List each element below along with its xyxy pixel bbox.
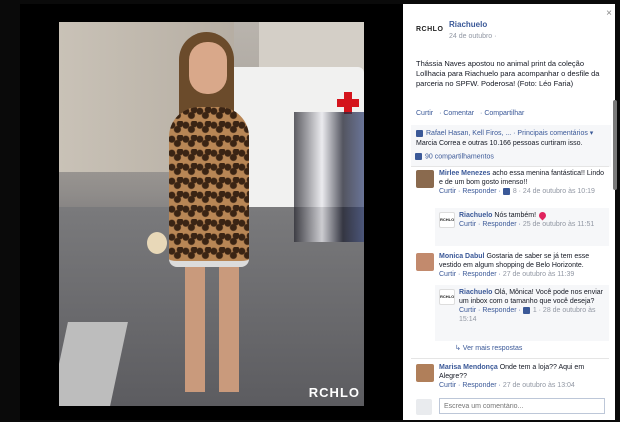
comment-text: Nós também! [494, 212, 537, 219]
close-icon[interactable]: × [606, 8, 612, 19]
thumbs-up-icon [522, 306, 530, 314]
post-header: RCHLO Riachuelo 24 de outubro · [416, 12, 606, 48]
likes-count[interactable]: Marcia Correa e outras 10.166 pessoas cu… [416, 139, 606, 149]
avatar[interactable] [416, 253, 434, 271]
avatar[interactable] [416, 170, 434, 188]
post-side-panel: × RCHLO Riachuelo 24 de outubro · Thássi… [403, 4, 615, 420]
avatar[interactable] [416, 364, 434, 382]
comment-actions[interactable]: Curtir · Responder · [439, 382, 501, 389]
photo-viewer: RCHLO [20, 4, 403, 420]
animal-print-dress [169, 107, 249, 267]
heart-icon [537, 210, 548, 221]
comment-link[interactable]: · Comentar [439, 110, 474, 117]
comment-time[interactable]: 8 · 24 de outubro às 10:19 [513, 188, 595, 195]
divider [411, 166, 609, 167]
commenter-name[interactable]: Riachuelo [459, 212, 492, 219]
view-more-replies[interactable]: ↳ Ver mais respostas [455, 344, 522, 352]
model-face [189, 42, 227, 94]
comment-time[interactable]: 25 de outubro às 11:51 [523, 221, 594, 228]
page-avatar[interactable]: RCHLO [439, 289, 455, 305]
commenter-name[interactable]: Monica Dabul [439, 253, 485, 260]
page-avatar[interactable]: RCHLO [439, 212, 455, 228]
comment-time[interactable]: 27 de outubro às 13:04 [503, 382, 575, 389]
commenter-name[interactable]: Mirlee Menezes [439, 170, 490, 177]
thumbs-up-icon [502, 187, 510, 195]
page-name-link[interactable]: Riachuelo [449, 20, 487, 29]
post-photo[interactable]: RCHLO [59, 22, 364, 406]
comment: Marisa Mendonça Onde tem a loja?? Aqui e… [411, 362, 609, 392]
reply: RCHLO Riachuelo Olá, Mônica! Você pode n… [435, 287, 609, 339]
comment-actions[interactable]: Curtir · Responder · [439, 271, 501, 278]
comment-actions[interactable]: Curtir · Responder · [459, 307, 521, 314]
page-logo[interactable]: RCHLO [416, 26, 444, 42]
comment-composer [411, 397, 609, 415]
comment: Mirlee Menezes acho essa menina fantásti… [411, 168, 609, 204]
likes-line[interactable]: Rafael Hasan, Kell Firos, ... · Principa… [416, 129, 606, 139]
thumbs-up-icon [416, 129, 423, 137]
rchlo-watermark: RCHLO [308, 385, 360, 400]
comment-time[interactable]: 27 de outubro às 11:39 [503, 271, 574, 278]
comment: Monica Dabul Gostaria de saber se já tem… [411, 251, 609, 281]
clutch-bag [147, 232, 167, 254]
likes-summary: Rafael Hasan, Kell Firos, ... · Principa… [411, 125, 611, 167]
commenter-name[interactable]: Riachuelo [459, 289, 492, 296]
reply: RCHLO Riachuelo Nós também! Curtir · Res… [435, 210, 609, 244]
comment-input[interactable] [439, 398, 605, 414]
user-avatar [416, 399, 432, 415]
post-caption: Thássia Naves apostou no animal print da… [416, 59, 600, 88]
shares-count[interactable]: 90 compartilhamentos [415, 153, 494, 160]
comment-actions[interactable]: Curtir · Responder · [439, 188, 501, 195]
photo-top-bar [20, 4, 403, 22]
comment-actions[interactable]: Curtir · Responder · [459, 221, 521, 228]
red-cross-icon [337, 92, 359, 114]
commenter-name[interactable]: Marisa Mendonça [439, 364, 498, 371]
post-date[interactable]: 24 de outubro · [449, 33, 496, 40]
divider [411, 358, 609, 359]
like-link[interactable]: Curtir [416, 110, 433, 117]
model-legs [177, 267, 247, 392]
scrollbar[interactable] [613, 100, 617, 190]
share-icon [415, 153, 422, 160]
post-actions: Curtir · Comentar · Compartilhar [416, 110, 528, 117]
bystanders [294, 112, 364, 242]
share-link[interactable]: · Compartilhar [480, 110, 524, 117]
